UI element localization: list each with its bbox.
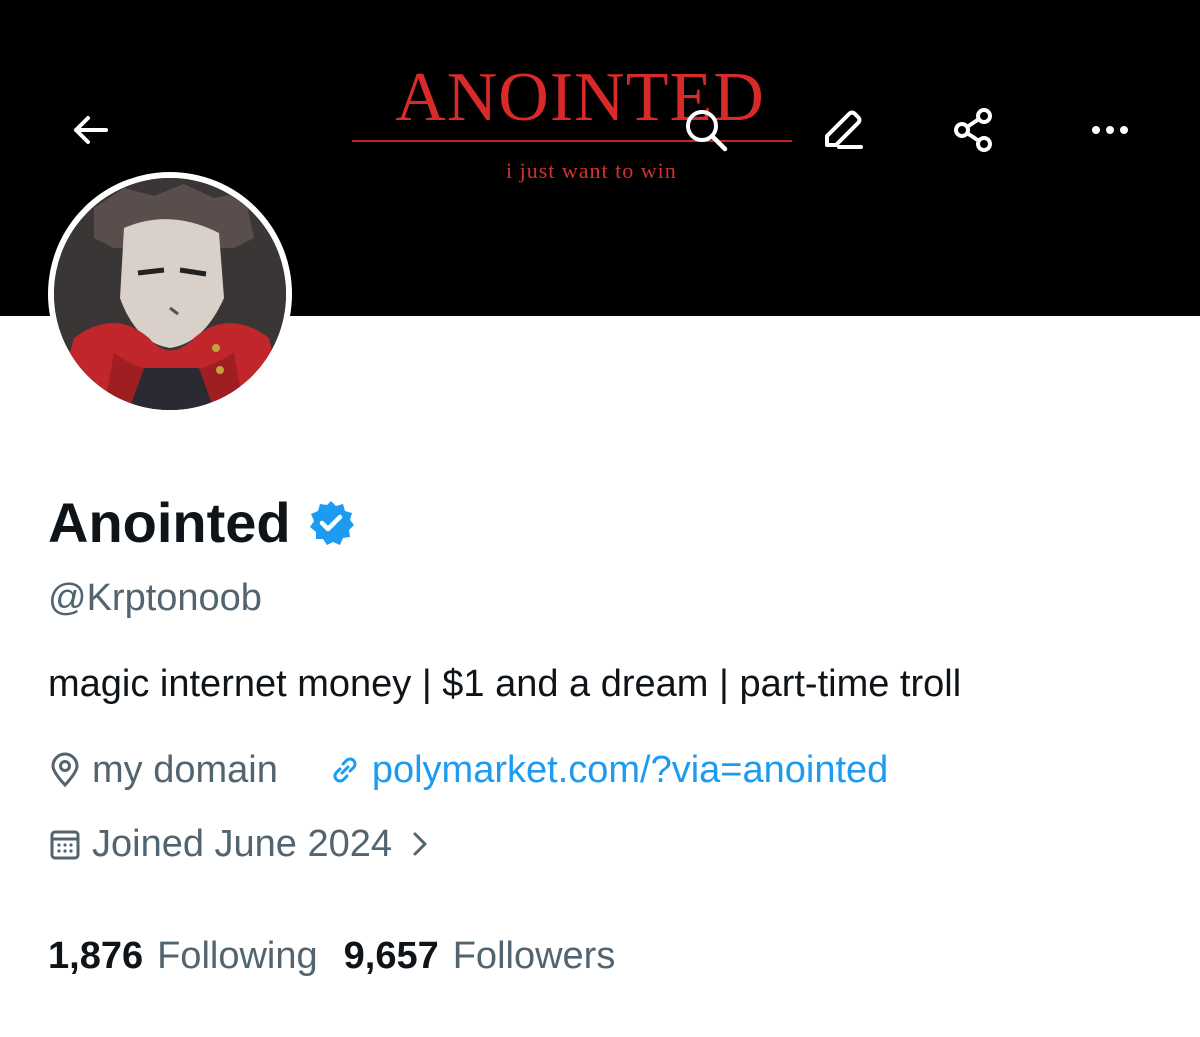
user-handle: @Krptonoob — [48, 577, 262, 619]
followers-label: Followers — [452, 935, 616, 977]
avatar-image — [54, 178, 286, 410]
pencil-icon — [825, 110, 863, 149]
followers-count: 9,657 — [343, 935, 439, 977]
search-icon — [686, 110, 728, 152]
website-link[interactable]: polymarket.com/?via=anointed — [328, 746, 888, 794]
arrow-left-icon — [74, 116, 108, 144]
following-stat[interactable]: 1,876 Following — [48, 932, 318, 980]
calendar-icon — [48, 826, 82, 862]
location-pin-icon — [48, 752, 82, 788]
more-horizontal-icon — [1092, 126, 1128, 134]
profile-meta-row: my domain polymarket.com/?via=anointed — [48, 746, 888, 794]
following-count: 1,876 — [48, 935, 144, 977]
banner-subtitle: i just want to win — [506, 158, 677, 183]
location-text: my domain — [92, 749, 278, 791]
follow-stats: 1,876 Following 9,657 Followers — [48, 932, 641, 980]
more-button[interactable] — [1080, 100, 1140, 160]
avatar[interactable] — [48, 172, 292, 416]
share-icon — [954, 108, 992, 152]
chevron-right-icon — [410, 829, 430, 859]
search-button[interactable] — [676, 100, 736, 160]
following-label: Following — [157, 935, 318, 977]
website-text[interactable]: polymarket.com/?via=anointed — [372, 746, 888, 794]
edit-button[interactable] — [812, 98, 872, 158]
share-button[interactable] — [944, 100, 1004, 160]
banner-title: ANOINTED — [395, 59, 765, 136]
verified-badge-icon[interactable] — [307, 499, 355, 547]
name-row: Anointed — [48, 490, 355, 556]
followers-stat[interactable]: 9,657 Followers — [344, 932, 616, 980]
joined-text: Joined June 2024 — [92, 823, 393, 865]
display-name: Anointed — [48, 491, 291, 554]
link-icon — [328, 753, 362, 787]
back-button[interactable] — [60, 100, 120, 160]
bio: magic internet money | $1 and a dream | … — [48, 663, 962, 705]
joined-row[interactable]: Joined June 2024 — [48, 820, 440, 868]
